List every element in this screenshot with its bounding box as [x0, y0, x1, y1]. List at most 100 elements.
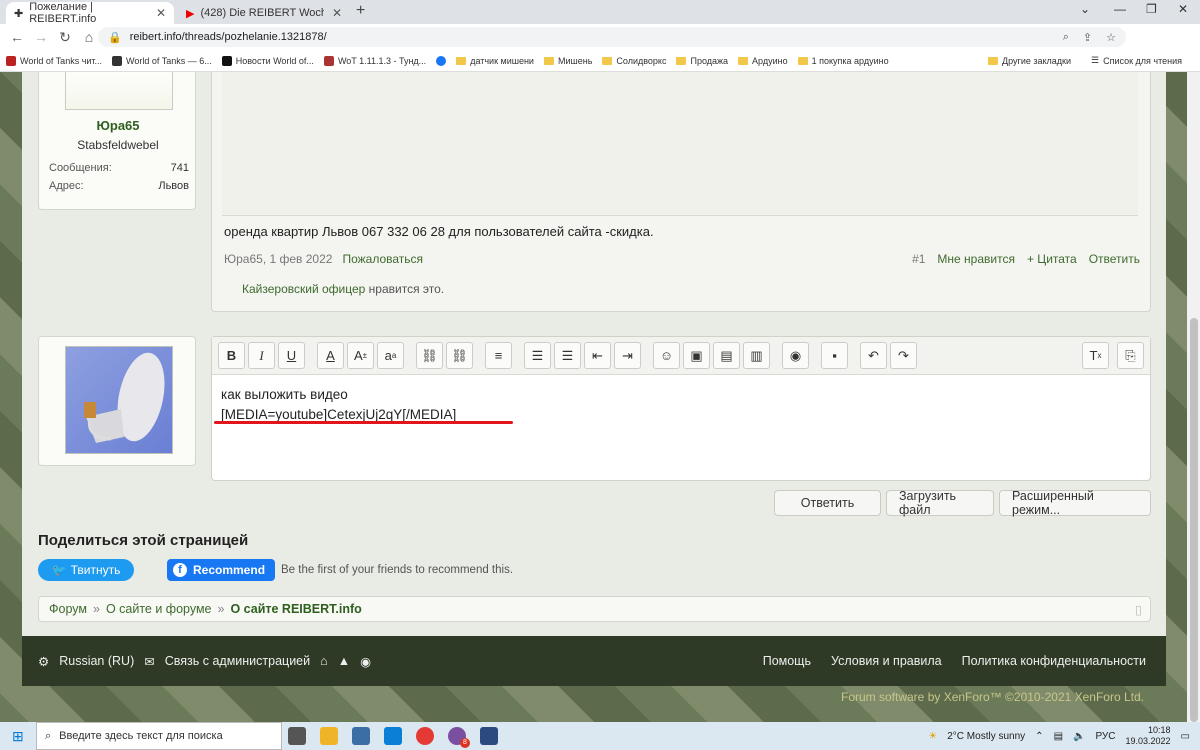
copyright[interactable]: Forum software by XenForo™ ©2010-2021 Xe…	[0, 690, 1144, 704]
post-number[interactable]: #1	[912, 252, 925, 266]
save-draft-button[interactable]: ▪	[821, 342, 848, 369]
editor-content[interactable]: как выложить видео [MEDIA=youtube]Cetexj…	[221, 385, 456, 425]
upload-file-button[interactable]: Загрузить файл	[886, 489, 994, 517]
calculator-icon[interactable]	[352, 727, 370, 745]
task-view-icon[interactable]	[288, 727, 306, 745]
terms-link[interactable]: Условия и правила	[831, 654, 942, 668]
breadcrumb-about[interactable]: О сайте и форуме	[106, 602, 212, 616]
taskbar-search[interactable]: ⌕ Введите здесь текст для поиска	[36, 722, 282, 750]
zoom-icon[interactable]: ⌕	[1063, 31, 1069, 44]
undo-button[interactable]: ↶	[860, 342, 887, 369]
bookmark-folder[interactable]: Солидворкс	[602, 56, 666, 66]
image-button[interactable]: ▣	[683, 342, 710, 369]
clock[interactable]: 10:18 19.03.2022	[1126, 725, 1171, 747]
redo-button[interactable]: ↷	[890, 342, 917, 369]
notifications-icon[interactable]: ▭	[1181, 731, 1190, 742]
reply-link[interactable]: Ответить	[1089, 252, 1140, 266]
minimize-button[interactable]: —	[1114, 2, 1126, 16]
star-icon[interactable]: ☆	[1106, 31, 1116, 44]
link-button[interactable]: ⛓	[416, 342, 443, 369]
avatar[interactable]	[65, 72, 173, 110]
help-link[interactable]: Помощь	[763, 654, 811, 668]
chrome-icon[interactable]	[416, 727, 434, 745]
remove-format-button[interactable]: Tx	[1082, 342, 1109, 369]
privacy-link[interactable]: Политика конфиденциальности	[962, 654, 1146, 668]
viber-icon[interactable]: 8	[448, 727, 470, 748]
toggle-bbcode-button[interactable]: ⎘	[1117, 342, 1144, 369]
chevron-down-icon[interactable]: ⌄	[1080, 2, 1090, 16]
bookmark-folder[interactable]: 1 покупка ардуино	[797, 56, 889, 66]
volume-icon[interactable]: 🔈	[1073, 731, 1085, 742]
tab-reibert[interactable]: ✚ Пожелание | REIBERT.info ✕	[6, 1, 174, 25]
share-icon[interactable]: ⇪	[1083, 31, 1092, 44]
bookmark-item[interactable]: World of Tanks — 6...	[112, 55, 212, 66]
underline-button[interactable]: U	[278, 342, 305, 369]
bookmark-folder[interactable]: Продажа	[676, 56, 728, 66]
contact-link[interactable]: Связь с администрацией	[165, 654, 310, 668]
facebook-recommend-button[interactable]: f Recommend	[167, 559, 275, 581]
bookmark-item[interactable]: World of Tanks чит...	[6, 55, 102, 66]
bookmark-item[interactable]: Новости World of...	[221, 55, 314, 66]
store-icon[interactable]	[384, 727, 402, 745]
camera-button[interactable]: ◉	[782, 342, 809, 369]
bookmark-folder[interactable]: Ардуино	[738, 56, 788, 66]
bookmark-folder[interactable]: Мишень	[543, 56, 592, 66]
youtube-icon: ▶	[186, 7, 195, 20]
bold-button[interactable]: B	[218, 342, 245, 369]
back-icon[interactable]: ←	[10, 29, 24, 45]
language-link[interactable]: Russian (RU)	[59, 654, 134, 668]
file-explorer-icon[interactable]	[320, 727, 338, 745]
bookmark-item[interactable]	[436, 55, 447, 66]
address-bar[interactable]: 🔒 reibert.info/threads/pozhelanie.132187…	[98, 27, 1126, 47]
code-button[interactable]: ▥	[743, 342, 770, 369]
up-arrow-icon[interactable]: ▲	[338, 654, 350, 668]
bullet-list-button[interactable]: ☰	[524, 342, 551, 369]
italic-button[interactable]: I	[248, 342, 275, 369]
font-size-button[interactable]: A ±	[347, 342, 374, 369]
advanced-mode-button[interactable]: Расширенный режим...	[999, 489, 1151, 517]
outdent-button[interactable]: ⇤	[584, 342, 611, 369]
text-color-button[interactable]: A	[317, 342, 344, 369]
weather-text[interactable]: 2°C Mostly sunny	[947, 731, 1025, 742]
unlink-button[interactable]: ⛓	[446, 342, 473, 369]
tweet-button[interactable]: 🐦 Твитнуть	[38, 559, 134, 581]
bookmark-folder[interactable]: датчик мишени	[456, 56, 534, 66]
align-button[interactable]: ≡	[485, 342, 512, 369]
tab-youtube[interactable]: ▶ (428) Die REIBERT Wochenschau ✕	[178, 2, 350, 24]
maximize-button[interactable]: ❐	[1146, 2, 1157, 16]
forward-icon[interactable]: →	[34, 29, 48, 45]
indent-button[interactable]: ⇥	[614, 342, 641, 369]
language-indicator[interactable]: РУС	[1095, 731, 1115, 742]
home-icon[interactable]: ⌂	[82, 29, 96, 45]
numbered-list-button[interactable]: ☰	[554, 342, 581, 369]
post-author-date[interactable]: Юра65, 1 фев 2022	[224, 252, 332, 266]
close-tab-icon[interactable]: ✕	[332, 6, 342, 20]
home-icon[interactable]: ⌂	[320, 654, 328, 668]
share-title: Поделиться этой страницей	[38, 532, 249, 549]
media-button[interactable]: ▤	[713, 342, 740, 369]
rss-icon[interactable]: ◉	[360, 654, 371, 669]
chevron-up-icon[interactable]: ⌃	[1035, 731, 1043, 742]
like-link[interactable]: Мне нравится	[937, 252, 1015, 266]
new-tab-button[interactable]: +	[356, 2, 365, 20]
reply-button[interactable]: Ответить	[774, 490, 881, 516]
reading-list[interactable]: ☰ Список для чтения	[1091, 55, 1182, 66]
smilie-button[interactable]: ☺	[653, 342, 680, 369]
close-tab-icon[interactable]: ✕	[156, 6, 166, 20]
breadcrumb-current[interactable]: О сайте REIBERT.info	[230, 602, 361, 616]
username[interactable]: Юра65	[39, 118, 197, 133]
app-icon[interactable]	[480, 727, 498, 745]
breadcrumb-forum[interactable]: Форум	[49, 602, 87, 616]
other-bookmarks[interactable]: Другие закладки	[988, 55, 1071, 66]
network-icon[interactable]: ▤	[1054, 731, 1063, 742]
scrollbar-thumb[interactable]	[1190, 318, 1198, 722]
close-window-button[interactable]: ✕	[1178, 2, 1188, 16]
windows-start-icon[interactable]: ⊞	[12, 728, 24, 745]
font-family-button[interactable]: aa	[377, 342, 404, 369]
avatar[interactable]	[65, 346, 173, 454]
quote-link[interactable]: + Цитата	[1027, 252, 1077, 266]
report-link[interactable]: Пожаловаться	[342, 252, 423, 266]
bookmark-item[interactable]: WoT 1.11.1.3 - Тунд...	[323, 55, 426, 66]
reload-icon[interactable]: ↻	[58, 29, 72, 46]
liker-link[interactable]: Кайзеровский офицер	[242, 282, 365, 296]
